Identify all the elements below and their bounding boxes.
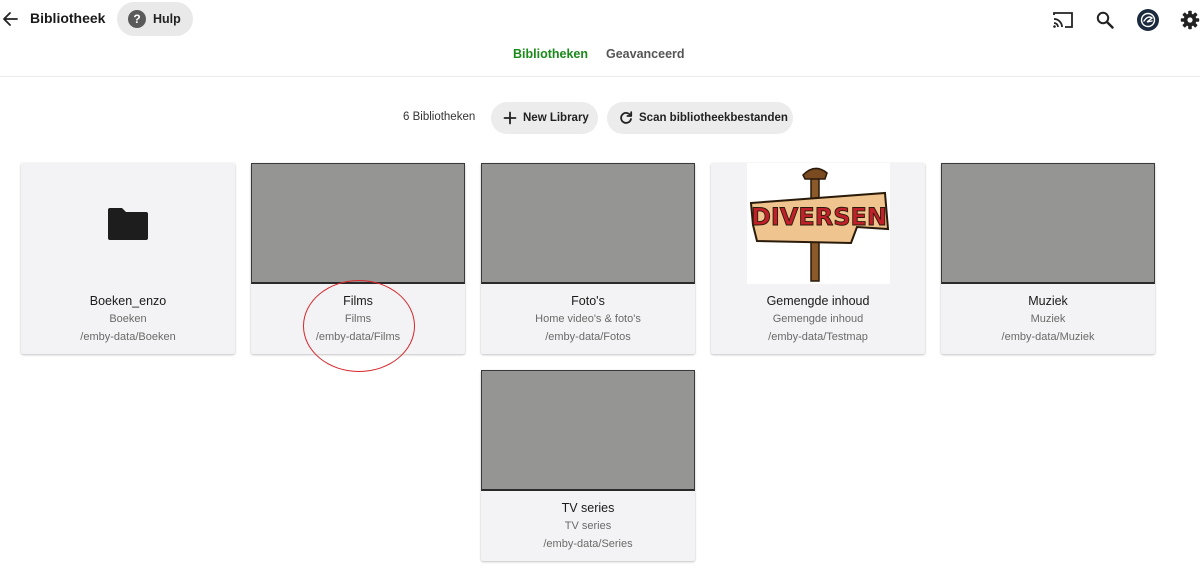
search-icon (1096, 11, 1114, 29)
help-icon: ? (128, 10, 146, 28)
library-name: Muziek (1028, 294, 1068, 308)
back-arrow-icon (3, 12, 18, 26)
library-card-films[interactable]: Films Films /emby-data/Films (251, 163, 465, 354)
library-type: TV series (564, 520, 612, 532)
tab-geavanceerd[interactable]: Geavanceerd (606, 47, 685, 61)
library-path: /emby-data/Muziek (1001, 331, 1095, 343)
sign-text: DIVERSEN (750, 203, 886, 231)
search-button[interactable] (1093, 8, 1117, 32)
refresh-icon (620, 111, 633, 124)
library-card-gemengde-inhoud[interactable]: DIVERSEN Gemengde inhoud Gemengde inhoud… (711, 163, 925, 354)
library-thumbnail: DIVERSEN (711, 163, 925, 284)
library-type: Boeken (109, 313, 147, 325)
diversen-sign-image: DIVERSEN (746, 163, 890, 284)
library-thumbnail (941, 163, 1155, 284)
library-name: TV series (561, 501, 615, 515)
scan-library-label: Scan bibliotheekbestanden (639, 112, 788, 124)
library-card-fotos[interactable]: Foto's Home video's & foto's /emby-data/… (481, 163, 695, 354)
help-button-label: Hulp (153, 12, 181, 26)
library-card-muziek[interactable]: Muziek Muziek /emby-data/Muziek (941, 163, 1155, 354)
library-toolbar: 6 Bibliotheken New Library Scan biblioth… (0, 102, 1200, 134)
library-thumbnail (481, 370, 695, 491)
avatar-logo-icon (1140, 12, 1156, 28)
page-title: Bibliotheek (30, 10, 106, 26)
library-card-tv-series[interactable]: TV series TV series /emby-data/Series (481, 370, 695, 561)
header-divider (0, 76, 1200, 77)
new-library-label: New Library (523, 112, 589, 124)
cast-icon (1053, 12, 1073, 28)
user-avatar[interactable] (1137, 9, 1159, 31)
tab-bibliotheken[interactable]: Bibliotheken (513, 47, 588, 61)
library-thumbnail (251, 163, 465, 284)
plus-icon (503, 111, 517, 125)
cast-button[interactable] (1051, 8, 1075, 32)
library-thumbnail (21, 163, 235, 284)
library-path: /emby-data/Series (543, 538, 633, 550)
signpost-icon: DIVERSEN (749, 167, 889, 282)
library-name: Films (343, 294, 373, 308)
scan-library-button[interactable]: Scan bibliotheekbestanden (607, 102, 793, 134)
tab-bar: Bibliotheken Geavanceerd (0, 47, 1200, 65)
library-type: Films (344, 313, 372, 325)
settings-button[interactable] (1178, 8, 1200, 32)
library-type: Home video's & foto's (535, 313, 641, 325)
library-path: /emby-data/Testmap (768, 331, 868, 343)
library-path: /emby-data/Films (315, 331, 401, 343)
library-name: Gemengde inhoud (766, 294, 870, 308)
new-library-button[interactable]: New Library (491, 102, 598, 134)
top-header: Bibliotheek ? Hulp (0, 0, 1200, 40)
library-path: /emby-data/Fotos (545, 331, 631, 343)
library-name: Boeken_enzo (89, 294, 167, 308)
library-type: Gemengde inhoud (772, 313, 864, 325)
folder-icon (108, 207, 148, 240)
library-card-boeken-enzo[interactable]: Boeken_enzo Boeken /emby-data/Boeken (21, 163, 235, 354)
back-button[interactable] (0, 8, 20, 30)
library-thumbnail (481, 163, 695, 284)
library-path: /emby-data/Boeken (80, 331, 176, 343)
library-count: 6 Bibliotheken (403, 111, 476, 123)
settings-icon (1180, 10, 1200, 30)
help-button[interactable]: ? Hulp (117, 2, 193, 36)
library-type: Muziek (1030, 313, 1066, 325)
library-name: Foto's (571, 294, 605, 308)
